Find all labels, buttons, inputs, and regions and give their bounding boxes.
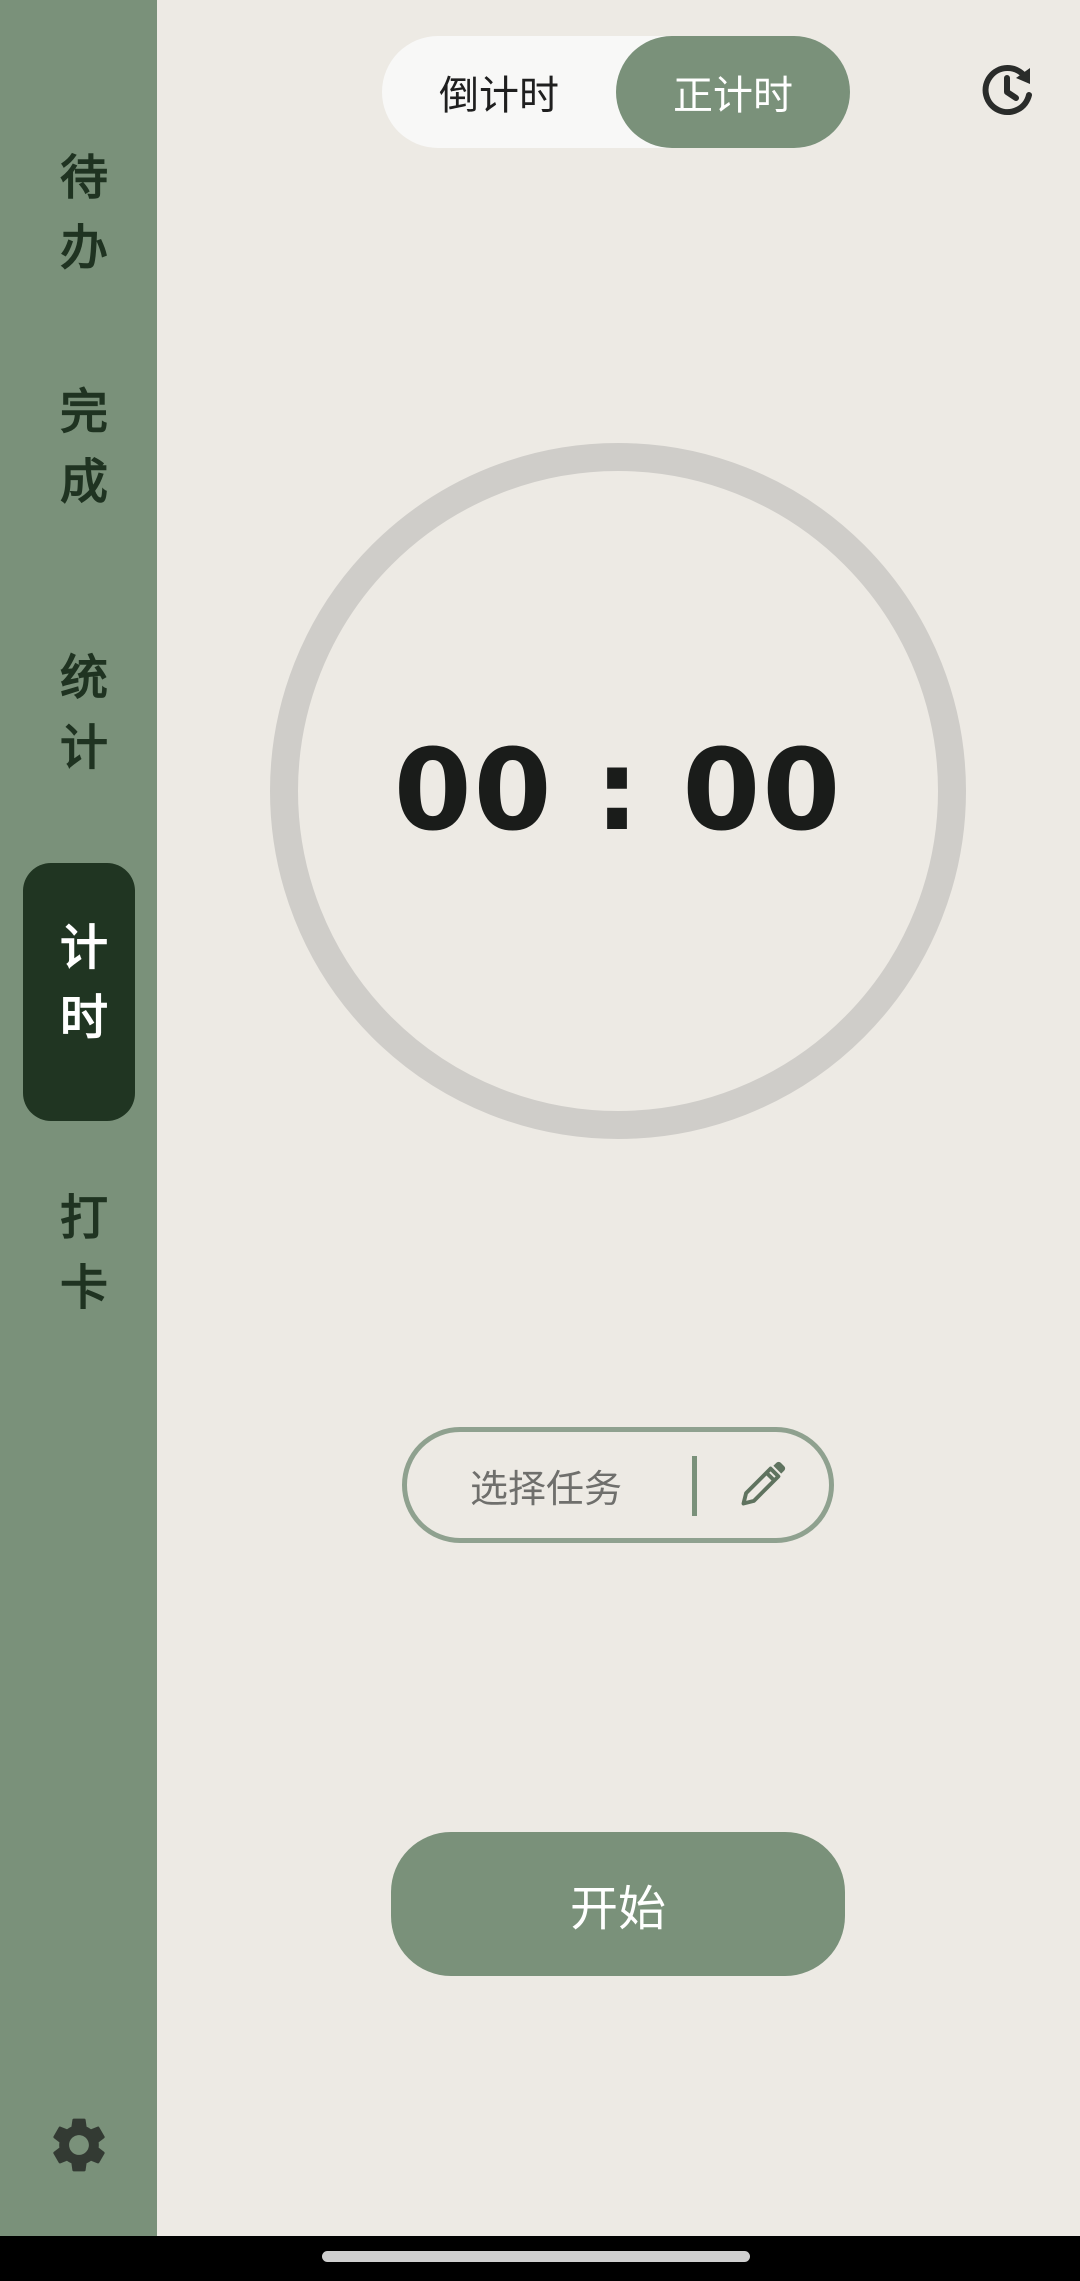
sidebar-item-timer[interactable]: 计时 — [23, 863, 135, 1121]
edit-task-button[interactable] — [737, 1458, 789, 1510]
timer-display: 00 : 00 — [393, 726, 843, 856]
timer-ring: 00 : 00 — [270, 443, 966, 1139]
task-selector[interactable]: 选择任务 — [402, 1427, 834, 1543]
tab-countup[interactable]: 正计时 — [616, 36, 850, 148]
sidebar-item-label: 打卡 — [51, 1192, 107, 1332]
sidebar-item-label: 完成 — [51, 386, 107, 526]
sidebar-item-todo[interactable]: 待办 — [23, 93, 135, 351]
sidebar-item-label: 统计 — [51, 652, 107, 792]
history-clock-icon — [982, 65, 1032, 116]
timer-mode-toggle: 倒计时 正计时 — [382, 36, 850, 148]
sidebar: 待办 完成 统计 计时 打卡 — [0, 0, 157, 2236]
sidebar-item-checkin[interactable]: 打卡 — [23, 1133, 135, 1391]
gear-icon — [53, 2118, 105, 2172]
start-button[interactable]: 开始 — [391, 1832, 845, 1976]
sidebar-item-statistics[interactable]: 统计 — [23, 593, 135, 851]
sidebar-item-label: 待办 — [51, 152, 107, 292]
sidebar-item-label: 计时 — [51, 922, 107, 1062]
pencil-icon — [741, 1461, 786, 1506]
divider — [692, 1456, 697, 1516]
tab-countdown[interactable]: 倒计时 — [382, 36, 616, 148]
sidebar-item-completed[interactable]: 完成 — [23, 327, 135, 585]
home-indicator[interactable] — [322, 2251, 750, 2262]
system-navigation-bar — [0, 2236, 1080, 2281]
history-button[interactable] — [980, 62, 1036, 118]
task-placeholder: 选择任务 — [470, 1466, 623, 1511]
settings-button[interactable] — [46, 2112, 112, 2178]
